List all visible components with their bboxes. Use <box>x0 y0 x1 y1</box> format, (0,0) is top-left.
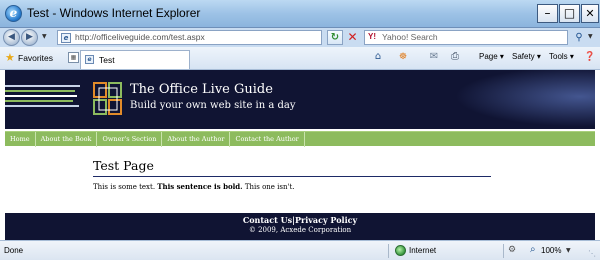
nav-home[interactable]: Home <box>5 132 36 147</box>
site-nav: Home About the Book Owner's Section Abou… <box>5 131 595 147</box>
home-icon[interactable]: ⌂ <box>372 51 384 63</box>
star-icon[interactable]: ★ <box>5 51 15 64</box>
safety-menu[interactable]: Safety ▾ <box>512 52 541 61</box>
decor-stripe <box>5 85 80 87</box>
footer-links: Contact Us|Privacy Policy <box>5 215 595 225</box>
nav-about-author[interactable]: About the Author <box>162 132 231 147</box>
back-arrow-icon[interactable]: ◀ <box>3 29 20 46</box>
resize-grip-icon[interactable]: ⋱ <box>588 249 596 258</box>
status-separator <box>503 244 504 258</box>
search-options-dropdown-icon[interactable]: ▼ <box>588 33 593 40</box>
text-normal: This one isn't. <box>242 183 295 191</box>
status-separator <box>388 244 389 258</box>
rss-icon[interactable]: ☸ <box>397 51 409 63</box>
nav-contact-author[interactable]: Contact the Author <box>230 132 305 147</box>
zoom-dropdown-icon[interactable]: ▼ <box>566 247 571 254</box>
security-zone[interactable]: Internet <box>409 246 436 255</box>
maximize-button[interactable]: □ <box>559 4 580 23</box>
search-input[interactable]: Y! Yahoo! Search <box>364 30 568 45</box>
favorites-bar: ★ Favorites ▦ e Test ⌂ ☸ ✉ ⎙ Page ▾ Safe… <box>0 47 600 70</box>
decor-stripe <box>5 95 77 97</box>
status-text: Done <box>4 246 24 255</box>
nav-owners-section[interactable]: Owner's Section <box>97 132 163 147</box>
decor-stripe <box>5 105 79 107</box>
site-header: The Office Live Guide Build your own web… <box>5 70 595 129</box>
forward-arrow-icon[interactable]: ▶ <box>21 29 38 46</box>
magnifier-icon[interactable]: ⚲ <box>572 30 586 45</box>
body-paragraph: This is some text. This sentence is bold… <box>93 182 294 191</box>
content-area: Test Page This is some text. This senten… <box>5 147 595 213</box>
text-normal: This is some text. <box>93 183 158 191</box>
page-menu[interactable]: Page ▾ <box>479 52 504 61</box>
page-icon: e <box>61 33 71 43</box>
yahoo-logo: Y! <box>368 32 376 41</box>
close-button[interactable]: ✕ <box>581 4 599 23</box>
privacy-policy-link[interactable]: Privacy Policy <box>295 215 357 225</box>
protected-mode-icon[interactable]: ⚙ <box>508 245 516 255</box>
recent-pages-dropdown-icon[interactable]: ▼ <box>42 33 47 40</box>
printer-icon[interactable]: ⎙ <box>449 51 461 63</box>
zoom-level[interactable]: 100% <box>541 246 561 255</box>
ie-logo-icon: e <box>5 5 22 22</box>
help-icon[interactable]: ❓ <box>584 51 596 63</box>
tab-test[interactable]: e Test <box>80 50 190 69</box>
address-url[interactable]: http://officeliveguide.com/test.aspx <box>75 32 205 42</box>
address-toolbar: ◀ ▶ ▼ e http://officeliveguide.com/test.… <box>0 28 600 47</box>
window-title: Test - Windows Internet Explorer <box>27 6 201 20</box>
globe-icon <box>395 245 406 256</box>
web-page: The Office Live Guide Build your own web… <box>0 70 600 240</box>
office-live-guide-logo <box>93 82 122 115</box>
site-title: The Office Live Guide <box>130 82 273 97</box>
site-subtitle: Build your own web site in a day <box>130 100 296 111</box>
tools-menu[interactable]: Tools ▾ <box>549 52 574 61</box>
decor-stripe <box>5 100 73 102</box>
refresh-icon[interactable]: ↻ <box>327 30 343 45</box>
search-placeholder: Yahoo! Search <box>382 32 438 42</box>
tab-label: Test <box>99 55 115 65</box>
title-bar: e Test - Windows Internet Explorer – □ ✕ <box>0 0 600 28</box>
mail-icon[interactable]: ✉ <box>428 51 440 63</box>
site-footer: Contact Us|Privacy Policy © 2009, Acxede… <box>5 213 595 240</box>
status-bar: Done Internet ⚙ ⌕ 100% ▼ ⋱ <box>0 240 600 260</box>
text-bold: This sentence is bold. <box>157 182 243 191</box>
title-divider <box>93 176 491 177</box>
page-title: Test Page <box>93 158 154 173</box>
favorites-button[interactable]: Favorites <box>18 53 53 63</box>
page-icon: e <box>85 55 94 64</box>
contact-us-link[interactable]: Contact Us <box>243 215 292 225</box>
decor-stripe <box>5 90 75 92</box>
quick-tabs-icon[interactable]: ▦ <box>68 52 79 63</box>
address-field[interactable]: e http://officeliveguide.com/test.aspx ▼ <box>57 30 376 45</box>
nav-about-book[interactable]: About the Book <box>36 132 98 147</box>
minimize-button[interactable]: – <box>537 4 558 23</box>
stop-icon[interactable]: ✕ <box>345 30 360 45</box>
copyright: © 2009, Acxede Corporation <box>248 226 352 234</box>
header-glow <box>445 70 595 129</box>
zoom-icon[interactable]: ⌕ <box>530 244 536 255</box>
